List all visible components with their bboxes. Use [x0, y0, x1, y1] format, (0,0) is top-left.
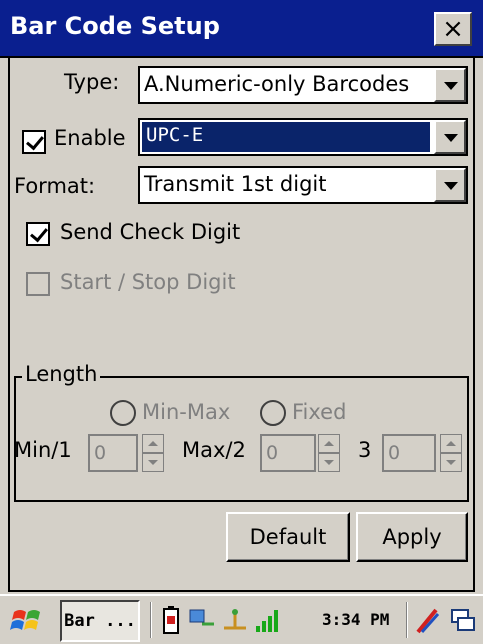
max-label: Max/2 — [182, 438, 246, 462]
format-label: Format: — [14, 174, 96, 198]
battery-icon[interactable] — [162, 606, 180, 638]
windows-flag-icon[interactable] — [6, 602, 50, 640]
length-group-label: Length — [22, 362, 101, 386]
desktop-windows-icon[interactable] — [448, 606, 478, 640]
min-max-radio[interactable] — [110, 400, 136, 426]
enable-checkbox[interactable] — [22, 130, 46, 154]
third-input[interactable]: 0 — [382, 434, 436, 472]
close-button[interactable]: × — [434, 12, 472, 46]
format-select[interactable]: Transmit 1st digit — [138, 166, 468, 204]
clock[interactable]: 3:34 PM — [322, 610, 389, 629]
send-check-digit-label[interactable]: Send Check Digit — [60, 220, 240, 244]
symbology-select[interactable]: UPC-E — [138, 118, 468, 156]
spin-down-icon[interactable] — [142, 453, 164, 472]
third-label: 3 — [358, 438, 372, 462]
start-stop-digit-label: Start / Stop Digit — [60, 270, 236, 294]
taskbar: Bar ... 3:34 PM — [0, 594, 483, 644]
start-stop-digit-checkbox[interactable] — [26, 272, 50, 296]
taskbar-button-barcode[interactable]: Bar ... — [60, 600, 140, 642]
min-max-radio-label: Min-Max — [142, 400, 231, 424]
third-spinner[interactable] — [440, 434, 462, 472]
chevron-down-icon[interactable] — [434, 120, 466, 154]
spin-up-icon[interactable] — [440, 434, 462, 453]
max-input[interactable]: 0 — [260, 434, 316, 472]
spin-up-icon[interactable] — [142, 434, 164, 453]
fixed-radio[interactable] — [260, 400, 286, 426]
taskbar-divider — [150, 602, 152, 638]
usb-sync-icon[interactable] — [220, 606, 250, 638]
enable-label: Enable — [54, 126, 126, 150]
max-spinner[interactable] — [318, 434, 340, 472]
title-bar: Bar Code Setup × — [0, 0, 483, 58]
min-label: Min/1 — [14, 438, 72, 462]
type-label: Type: — [64, 70, 120, 94]
chevron-down-icon[interactable] — [434, 168, 466, 202]
format-select-value: Transmit 1st digit — [144, 172, 327, 196]
send-check-digit-checkbox[interactable] — [26, 222, 50, 246]
apply-button[interactable]: Apply — [356, 512, 468, 562]
symbology-select-value: UPC-E — [142, 122, 430, 152]
min-value: 0 — [94, 442, 107, 464]
type-select[interactable]: A.Numeric-only Barcodes — [138, 66, 468, 104]
taskbar-divider — [406, 602, 408, 638]
max-value: 0 — [266, 442, 279, 464]
chevron-down-icon[interactable] — [434, 68, 466, 102]
type-select-value: A.Numeric-only Barcodes — [144, 72, 410, 96]
min-input[interactable]: 0 — [88, 434, 138, 472]
default-button[interactable]: Default — [226, 512, 350, 562]
spin-down-icon[interactable] — [318, 453, 340, 472]
third-value: 0 — [388, 442, 401, 464]
fixed-radio-label: Fixed — [292, 400, 347, 424]
main-panel: Type: A.Numeric-only Barcodes Enable UPC… — [8, 58, 475, 592]
input-panel-icon[interactable] — [414, 606, 444, 640]
window-title: Bar Code Setup — [10, 12, 220, 40]
min-spinner[interactable] — [142, 434, 164, 472]
signal-strength-icon[interactable] — [254, 606, 284, 638]
length-groupbox: Length Min-Max Fixed Min/1 0 Max/2 0 3 0 — [14, 362, 469, 502]
network-icon[interactable] — [188, 606, 218, 638]
spin-down-icon[interactable] — [440, 453, 462, 472]
spin-up-icon[interactable] — [318, 434, 340, 453]
